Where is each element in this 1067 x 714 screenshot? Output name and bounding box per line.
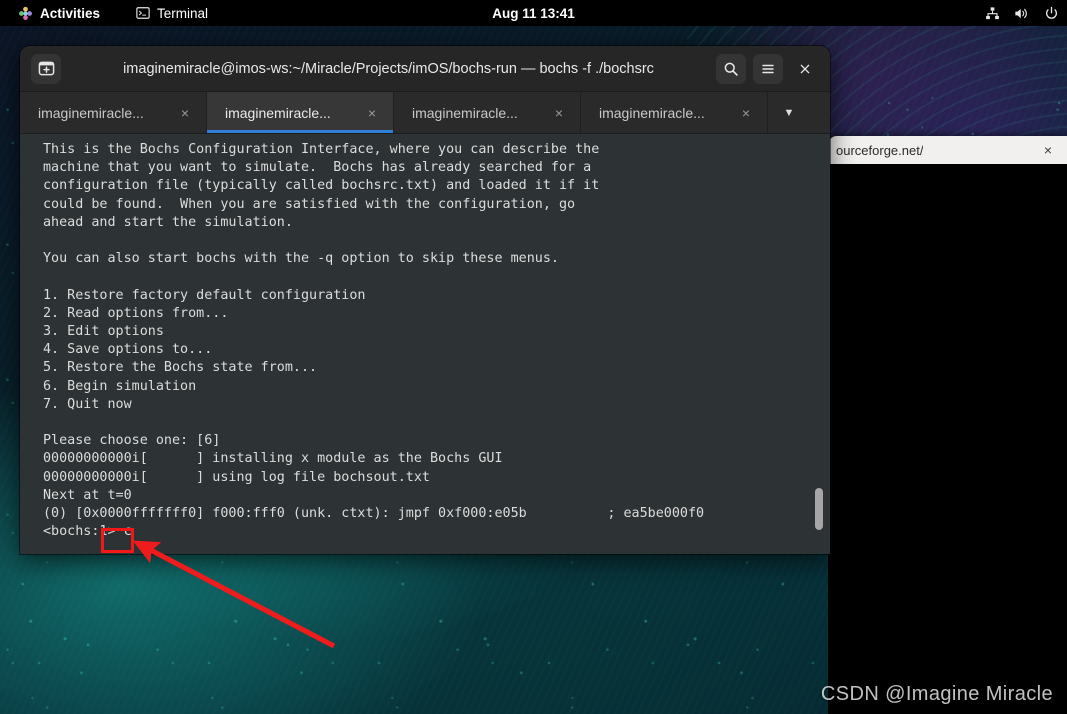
menu-button[interactable]: [753, 53, 783, 84]
new-window-icon: [38, 61, 54, 76]
tab-label: imaginemiracle...: [225, 104, 331, 121]
terminal-tab-bar: imaginemiracle... × imaginemiracle... × …: [20, 92, 830, 134]
tab-close-icon[interactable]: ×: [363, 105, 381, 121]
watermark-text: CSDN @Imagine Miracle: [820, 683, 1053, 705]
window-title: imaginemiracle@imos-ws:~/Miracle/Project…: [123, 60, 654, 77]
network-wired-icon: [986, 6, 999, 19]
tab-label: imaginemiracle...: [38, 104, 144, 121]
terminal-tab-4[interactable]: imaginemiracle... ×: [581, 92, 768, 133]
terminal-icon: [136, 7, 150, 19]
browser-window-body: [828, 164, 1067, 714]
terminal-tab-3[interactable]: imaginemiracle... ×: [394, 92, 581, 133]
tab-close-icon[interactable]: ×: [550, 105, 568, 121]
browser-close-icon[interactable]: ×: [1039, 141, 1057, 159]
tab-label: imaginemiracle...: [412, 104, 518, 121]
close-window-button[interactable]: [790, 54, 820, 84]
power-icon: [1045, 6, 1058, 19]
tab-label: imaginemiracle...: [599, 104, 705, 121]
activities-button[interactable]: Activities: [8, 0, 110, 26]
terminal-content-area[interactable]: This is the Bochs Configuration Interfac…: [20, 134, 830, 554]
terminal-output-text: This is the Bochs Configuration Interfac…: [43, 142, 705, 540]
browser-url-text: ourceforge.net/: [836, 142, 924, 158]
terminal-tab-1[interactable]: imaginemiracle... ×: [20, 92, 207, 133]
terminal-scrollbar-thumb[interactable]: [815, 488, 823, 530]
terminal-titlebar: imaginemiracle@imos-ws:~/Miracle/Project…: [20, 46, 830, 92]
terminal-tab-2[interactable]: imaginemiracle... ×: [207, 92, 394, 133]
titlebar-actions: [716, 53, 820, 84]
terminal-scrollbar[interactable]: [812, 134, 826, 554]
activities-label: Activities: [40, 5, 101, 21]
browser-tab-strip[interactable]: ourceforge.net/ ×: [828, 136, 1067, 164]
app-menu-terminal[interactable]: Terminal: [126, 0, 218, 26]
hamburger-menu-icon: [762, 64, 774, 73]
system-status-area[interactable]: [985, 6, 1059, 21]
volume-icon: [1015, 8, 1027, 18]
tab-close-icon[interactable]: ×: [176, 105, 194, 121]
tab-overflow-chevron-down-icon[interactable]: ▼: [768, 92, 810, 133]
gnome-top-bar: Activities Terminal Aug 11 13:41: [0, 0, 1067, 26]
terminal-window: imaginemiracle@imos-ws:~/Miracle/Project…: [20, 46, 830, 554]
search-icon: [724, 62, 738, 76]
gnome-activities-icon: [19, 6, 32, 20]
screen: ourceforge.net/ × imaginemiracle@imos-ws…: [0, 0, 1067, 714]
close-icon: [800, 64, 810, 73]
search-button[interactable]: [716, 53, 746, 84]
app-menu-label: Terminal: [157, 5, 209, 21]
tab-close-icon[interactable]: ×: [737, 105, 755, 121]
new-terminal-button[interactable]: [31, 53, 61, 84]
